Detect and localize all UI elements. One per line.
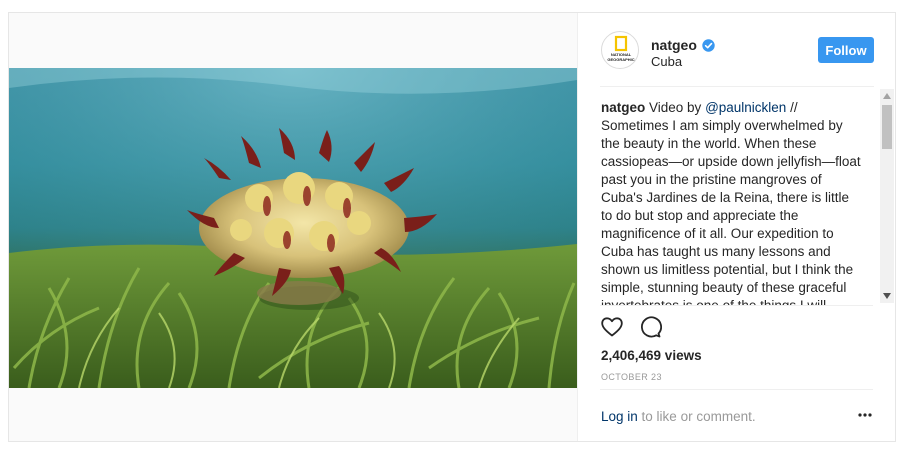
scrollbar-thumb[interactable] bbox=[882, 105, 892, 149]
avatar[interactable]: NATIONAL GEOGRAPHIC bbox=[601, 31, 639, 69]
caption-lead: Video by bbox=[645, 100, 706, 115]
post-header: NATIONAL GEOGRAPHIC natgeo Cuba Follow bbox=[578, 13, 896, 87]
caption-area[interactable]: natgeo Video by @paulnicklen // Sometime… bbox=[578, 87, 896, 305]
location-link[interactable]: Cuba bbox=[651, 54, 682, 69]
post-caption: natgeo Video by @paulnicklen // Sometime… bbox=[601, 99, 863, 305]
caption-author[interactable]: natgeo bbox=[601, 100, 645, 115]
scroll-up-arrow-icon[interactable] bbox=[880, 89, 894, 103]
svg-text:GEOGRAPHIC: GEOGRAPHIC bbox=[607, 57, 634, 62]
action-bar bbox=[600, 315, 662, 339]
more-options-icon[interactable] bbox=[854, 407, 876, 423]
jellyfish-video-frame bbox=[9, 68, 577, 388]
username[interactable]: natgeo bbox=[651, 37, 697, 53]
video-player[interactable] bbox=[9, 68, 577, 388]
login-link[interactable]: Log in bbox=[601, 409, 638, 424]
media-area bbox=[9, 13, 577, 441]
caption-body: // Sometimes I am simply overwhelmed by … bbox=[601, 100, 861, 305]
post-date: OCTOBER 23 bbox=[601, 372, 662, 382]
comment-prompt: Log in to like or comment. bbox=[601, 409, 756, 424]
heart-icon[interactable] bbox=[600, 315, 624, 339]
comment-prompt-text: to like or comment. bbox=[637, 409, 756, 424]
username-row: natgeo bbox=[651, 37, 715, 53]
post-card: NATIONAL GEOGRAPHIC natgeo Cuba Follow n… bbox=[8, 12, 896, 442]
comment-divider bbox=[600, 389, 873, 390]
natgeo-logo-icon: NATIONAL GEOGRAPHIC bbox=[607, 35, 635, 62]
comment-icon[interactable] bbox=[638, 315, 662, 339]
post-side-panel: NATIONAL GEOGRAPHIC natgeo Cuba Follow n… bbox=[577, 13, 895, 441]
actions-divider bbox=[600, 305, 873, 306]
verified-badge-icon bbox=[702, 38, 715, 52]
caption-mention[interactable]: @paulnicklen bbox=[705, 100, 786, 115]
scroll-down-arrow-icon[interactable] bbox=[880, 289, 894, 303]
caption-scrollbar[interactable] bbox=[880, 89, 894, 303]
view-count[interactable]: 2,406,469 views bbox=[601, 348, 702, 363]
follow-button[interactable]: Follow bbox=[818, 37, 874, 63]
